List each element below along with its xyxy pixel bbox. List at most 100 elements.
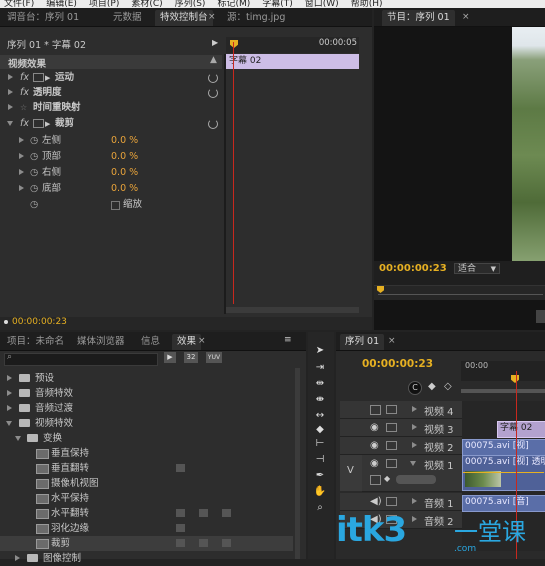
speaker-icon[interactable]: ◀) [370, 514, 382, 525]
display-style-icon[interactable] [370, 475, 381, 485]
play-icon[interactable]: ▶ [212, 38, 218, 47]
param-value[interactable]: 0.0 % [111, 149, 138, 164]
ec-hscroll[interactable] [226, 307, 359, 313]
expand-icon[interactable] [19, 169, 24, 175]
reset-icon[interactable] [208, 88, 218, 98]
tab-program[interactable]: 节目：序列 01 [382, 10, 455, 26]
lock-icon[interactable] [386, 405, 397, 414]
stopwatch-icon[interactable]: ◷ [30, 197, 38, 212]
panel-menu-icon[interactable]: ≡ [284, 335, 292, 345]
tab-effects[interactable]: 效果 [172, 334, 202, 350]
stopwatch-icon[interactable]: ◷ [30, 181, 38, 196]
source-track-v[interactable]: V [340, 455, 362, 491]
rate-stretch-tool-icon[interactable]: ↔ [313, 410, 327, 422]
ripple-edit-tool-icon[interactable]: ⇹ [313, 378, 327, 390]
lock-icon[interactable] [386, 515, 397, 524]
expand-icon[interactable] [8, 74, 13, 80]
clip-title-02[interactable]: 字幕 02 [497, 421, 545, 438]
lock-icon[interactable] [386, 497, 397, 506]
effect-row-opacity[interactable]: fx 透明度 [0, 85, 222, 100]
stopwatch-icon[interactable]: ◷ [30, 149, 38, 164]
track-select-tool-icon[interactable]: ⇥ [313, 362, 327, 374]
close-icon[interactable]: × [208, 12, 216, 22]
32bit-badge[interactable]: 32 [184, 352, 198, 363]
lock-icon[interactable] [386, 423, 397, 432]
video-frame[interactable] [512, 27, 545, 261]
tab-info[interactable]: 信息 [136, 334, 165, 350]
track-header-audio1[interactable]: ◀) 音频 1 [340, 493, 462, 511]
expand-icon[interactable] [19, 185, 24, 191]
keyframe-icon[interactable]: ◇ [444, 381, 452, 392]
reset-icon[interactable] [208, 73, 218, 83]
close-icon[interactable]: × [388, 336, 396, 346]
speaker-icon[interactable]: ◀) [370, 496, 382, 507]
expand-icon[interactable] [412, 406, 417, 412]
track-header-audio2[interactable]: ◀) 音频 2 [340, 511, 462, 529]
program-scroll[interactable] [536, 310, 545, 323]
tab-source[interactable]: 源：timg.jpg [222, 10, 290, 26]
expand-icon[interactable] [412, 516, 417, 522]
close-icon[interactable]: × [462, 12, 470, 22]
tree-item[interactable]: 摄像机视图 [0, 476, 293, 491]
menu-window[interactable]: 窗口(W) [305, 0, 339, 8]
track-header-video1[interactable]: ◉ 视频 1 ◆ [362, 455, 462, 492]
effects-search-input[interactable]: ⌕ [4, 352, 158, 366]
expand-icon[interactable] [7, 390, 12, 396]
tree-item[interactable]: 水平保持 [0, 491, 293, 506]
pen-tool-icon[interactable]: ✒ [313, 470, 327, 482]
expand-icon[interactable] [412, 442, 417, 448]
timeline-playhead-line[interactable] [516, 371, 517, 559]
hand-tool-icon[interactable]: ✋ [313, 486, 327, 498]
effect-row-time-remap[interactable]: ☆ 时间重映射 [0, 100, 222, 115]
expand-icon[interactable] [8, 89, 13, 95]
menu-edit[interactable]: 编辑(E) [46, 0, 77, 8]
collapse-icon[interactable] [15, 436, 21, 441]
collapse-icon[interactable] [410, 461, 416, 466]
expand-icon[interactable] [412, 498, 417, 504]
lock-icon[interactable] [386, 459, 397, 468]
expand-icon[interactable] [412, 424, 417, 430]
playhead-marker-icon[interactable] [230, 40, 238, 48]
menu-marker[interactable]: 标记(M) [217, 0, 250, 8]
menu-project[interactable]: 项目(P) [89, 0, 119, 8]
keyframe-nav[interactable] [396, 475, 436, 484]
track-header-video3[interactable]: ◉ 视频 3 [340, 419, 462, 437]
expand-icon[interactable] [19, 153, 24, 159]
accelerated-effects-icon[interactable]: ▶ [164, 352, 176, 363]
fx-badge[interactable]: fx [20, 85, 29, 100]
param-value[interactable]: 0.0 % [111, 181, 138, 196]
expand-icon[interactable] [15, 555, 20, 561]
menu-sequence[interactable]: 序列(S) [175, 0, 206, 8]
program-scrubber[interactable] [374, 285, 545, 300]
track-header-video2[interactable]: ◉ 视频 2 [340, 437, 462, 455]
eye-icon[interactable]: ◉ [370, 440, 379, 451]
menu-title[interactable]: 字幕(T) [262, 0, 293, 8]
slide-tool-icon[interactable]: ⊣ [313, 454, 327, 466]
yuv-badge[interactable]: YUV [206, 352, 222, 363]
tab-timeline[interactable]: 序列 01 [340, 334, 385, 350]
tree-item[interactable]: 垂直保持 [0, 446, 293, 461]
fit-select[interactable]: 适合 ▼ [454, 263, 500, 274]
playhead-marker-icon[interactable] [511, 375, 519, 383]
ec-playhead-line[interactable] [233, 42, 234, 304]
tab-audio-mixer[interactable]: 调音台：序列 01 [2, 10, 84, 26]
menu-clip[interactable]: 素材(C) [131, 0, 162, 8]
selection-tool-icon[interactable]: ➤ [313, 345, 327, 357]
ec-clip-bar[interactable]: 字幕 02 [226, 54, 359, 69]
keyframe-icon[interactable]: ◆ [384, 474, 390, 483]
tree-item[interactable]: 垂直翻转 [0, 461, 293, 476]
zoom-tool-icon[interactable]: ⌕ [313, 502, 327, 514]
fx-badge[interactable]: fx [20, 116, 29, 131]
tab-effect-controls[interactable]: 特效控制台 [155, 10, 213, 26]
ec-timecode[interactable]: 00:00:00:23 [12, 317, 67, 327]
collapse-icon[interactable] [6, 421, 12, 426]
eye-toggle-icon[interactable] [370, 405, 381, 415]
close-icon[interactable]: × [198, 336, 206, 346]
effect-row-crop[interactable]: fx ▶ 裁剪 [0, 116, 222, 131]
clip-audio1[interactable]: 00075.avi [音] [462, 495, 545, 512]
param-value[interactable]: 0.0 % [111, 133, 138, 148]
tab-project[interactable]: 项目：未命名 [2, 334, 69, 350]
snap-icon[interactable]: C [408, 381, 422, 395]
tab-media-browser[interactable]: 媒体浏览器 [72, 334, 130, 350]
razor-tool-icon[interactable]: ◆ [313, 424, 327, 436]
